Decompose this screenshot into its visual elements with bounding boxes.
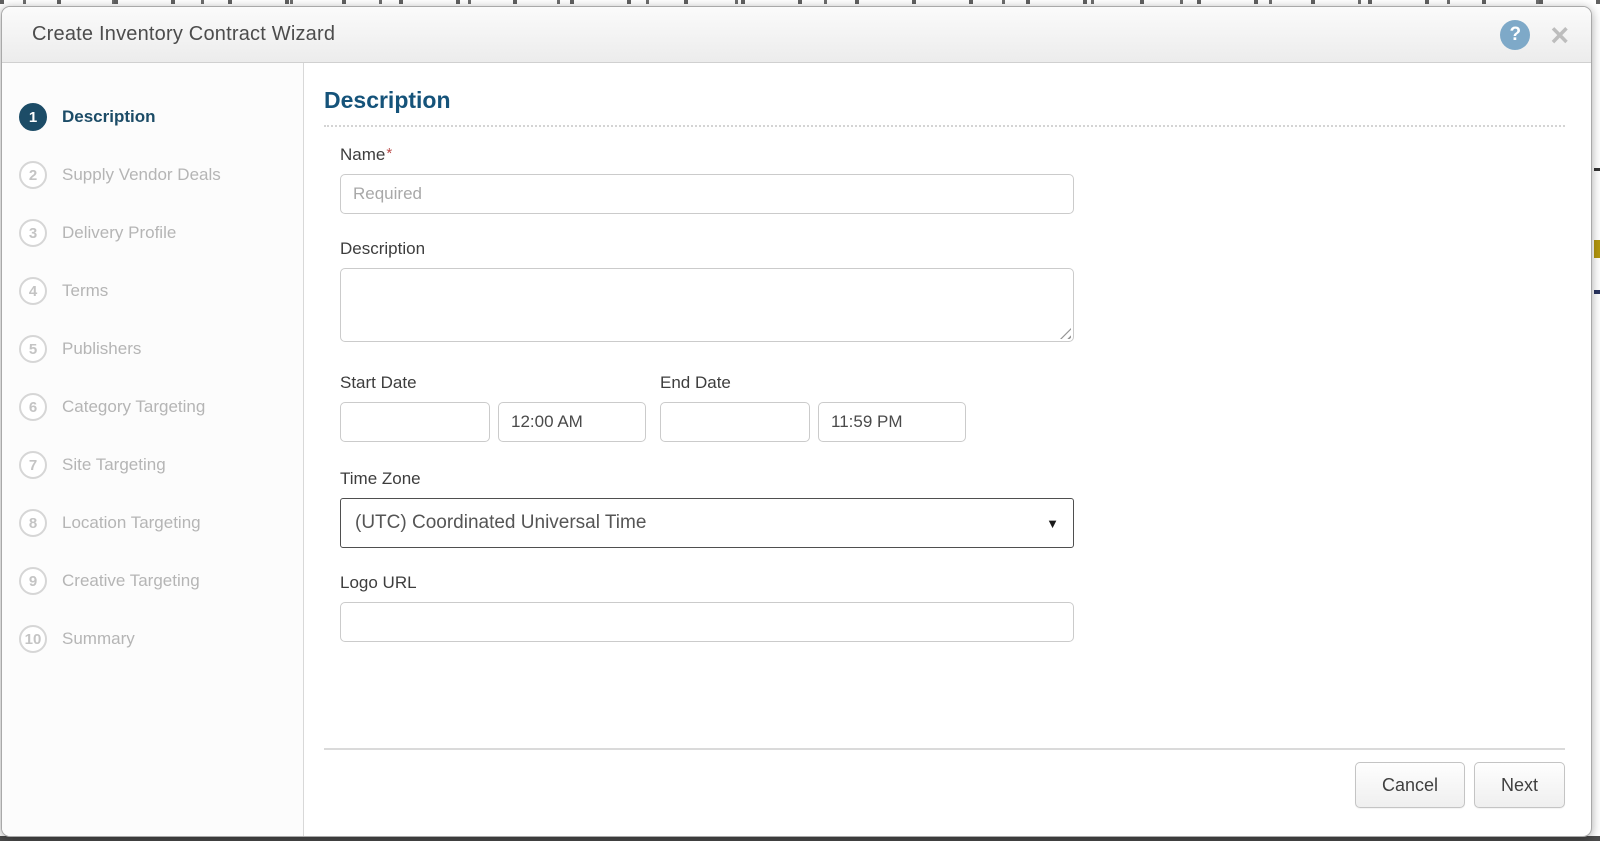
name-field-group: Name* [340,145,1565,214]
timezone-select[interactable]: (UTC) Coordinated Universal Time ▼ [340,498,1074,548]
sidebar-step-site-targeting[interactable]: 7 Site Targeting [2,436,303,494]
date-range-row: Start Date End Date [340,373,1565,442]
background-fragment [1594,240,1600,258]
description-textarea-wrap [340,268,1074,342]
step-number-badge: 7 [19,451,47,479]
name-label-text: Name [340,145,385,164]
create-inventory-contract-wizard-modal: Create Inventory Contract Wizard ? × 1 D… [1,6,1592,837]
sidebar-step-category-targeting[interactable]: 6 Category Targeting [2,378,303,436]
description-field-group: Description [340,239,1565,342]
page-title: Description [324,87,1565,127]
step-label: Site Targeting [62,455,166,475]
name-label: Name* [340,145,1565,165]
timezone-selected-value: (UTC) Coordinated Universal Time [355,512,646,534]
sidebar-step-creative-targeting[interactable]: 9 Creative Targeting [2,552,303,610]
step-content: Description Name* Description Start Date [304,63,1591,836]
time-zone-label: Time Zone [340,469,1565,489]
screen: { "window": { "title": "Create Inventory… [0,0,1600,841]
step-number-badge: 4 [19,277,47,305]
dropdown-arrow-icon: ▼ [1046,516,1059,531]
start-time-input[interactable] [498,402,646,442]
sidebar-step-description[interactable]: 1 Description [2,88,303,146]
step-label: Category Targeting [62,397,205,417]
sidebar-step-summary[interactable]: 10 Summary [2,610,303,668]
wizard-steps: 1 Description 2 Supply Vendor Deals 3 De… [2,63,304,836]
description-label: Description [340,239,1565,259]
logo-url-field-group: Logo URL [340,573,1565,642]
step-label: Summary [62,629,135,649]
modal-title: Create Inventory Contract Wizard [32,23,335,46]
logo-url-input[interactable] [340,602,1074,642]
description-form: Name* Description Start Date [324,127,1565,667]
background-text-fragment [0,0,1600,4]
end-time-input[interactable] [818,402,966,442]
end-date-group: End Date [660,373,966,442]
step-number-badge: 3 [19,219,47,247]
sidebar-step-publishers[interactable]: 5 Publishers [2,320,303,378]
step-number-badge: 1 [19,103,47,131]
step-label: Publishers [62,339,141,359]
step-label: Terms [62,281,108,301]
step-number-badge: 8 [19,509,47,537]
name-input[interactable] [340,174,1074,214]
background-fragment [1594,168,1600,171]
step-number-badge: 2 [19,161,47,189]
modal-body: 1 Description 2 Supply Vendor Deals 3 De… [2,63,1591,836]
step-number-badge: 9 [19,567,47,595]
modal-header: Create Inventory Contract Wizard ? × [2,7,1591,63]
sidebar-step-terms[interactable]: 4 Terms [2,262,303,320]
step-number-badge: 6 [19,393,47,421]
help-icon[interactable]: ? [1500,20,1530,50]
sidebar-step-location-targeting[interactable]: 8 Location Targeting [2,494,303,552]
logo-url-label: Logo URL [340,573,1565,593]
start-date-group: Start Date [340,373,646,442]
end-date-input[interactable] [660,402,810,442]
end-date-label: End Date [660,373,966,393]
time-zone-field-group: Time Zone (UTC) Coordinated Universal Ti… [340,469,1565,548]
wizard-footer: Cancel Next [324,748,1565,808]
header-actions: ? × [1500,20,1573,50]
step-number-badge: 5 [19,335,47,363]
required-asterisk: * [386,145,392,162]
start-date-input[interactable] [340,402,490,442]
step-number-badge: 10 [19,625,47,653]
background-fragment [1594,290,1600,294]
step-label: Location Targeting [62,513,201,533]
start-date-label: Start Date [340,373,646,393]
step-label: Supply Vendor Deals [62,165,221,185]
step-label: Description [62,107,156,127]
step-label: Creative Targeting [62,571,200,591]
sidebar-step-supply-vendor-deals[interactable]: 2 Supply Vendor Deals [2,146,303,204]
sidebar-step-delivery-profile[interactable]: 3 Delivery Profile [2,204,303,262]
step-label: Delivery Profile [62,223,176,243]
description-textarea[interactable] [340,268,1074,342]
next-button[interactable]: Next [1474,762,1565,808]
close-icon[interactable]: × [1546,21,1573,49]
cancel-button[interactable]: Cancel [1355,762,1465,808]
